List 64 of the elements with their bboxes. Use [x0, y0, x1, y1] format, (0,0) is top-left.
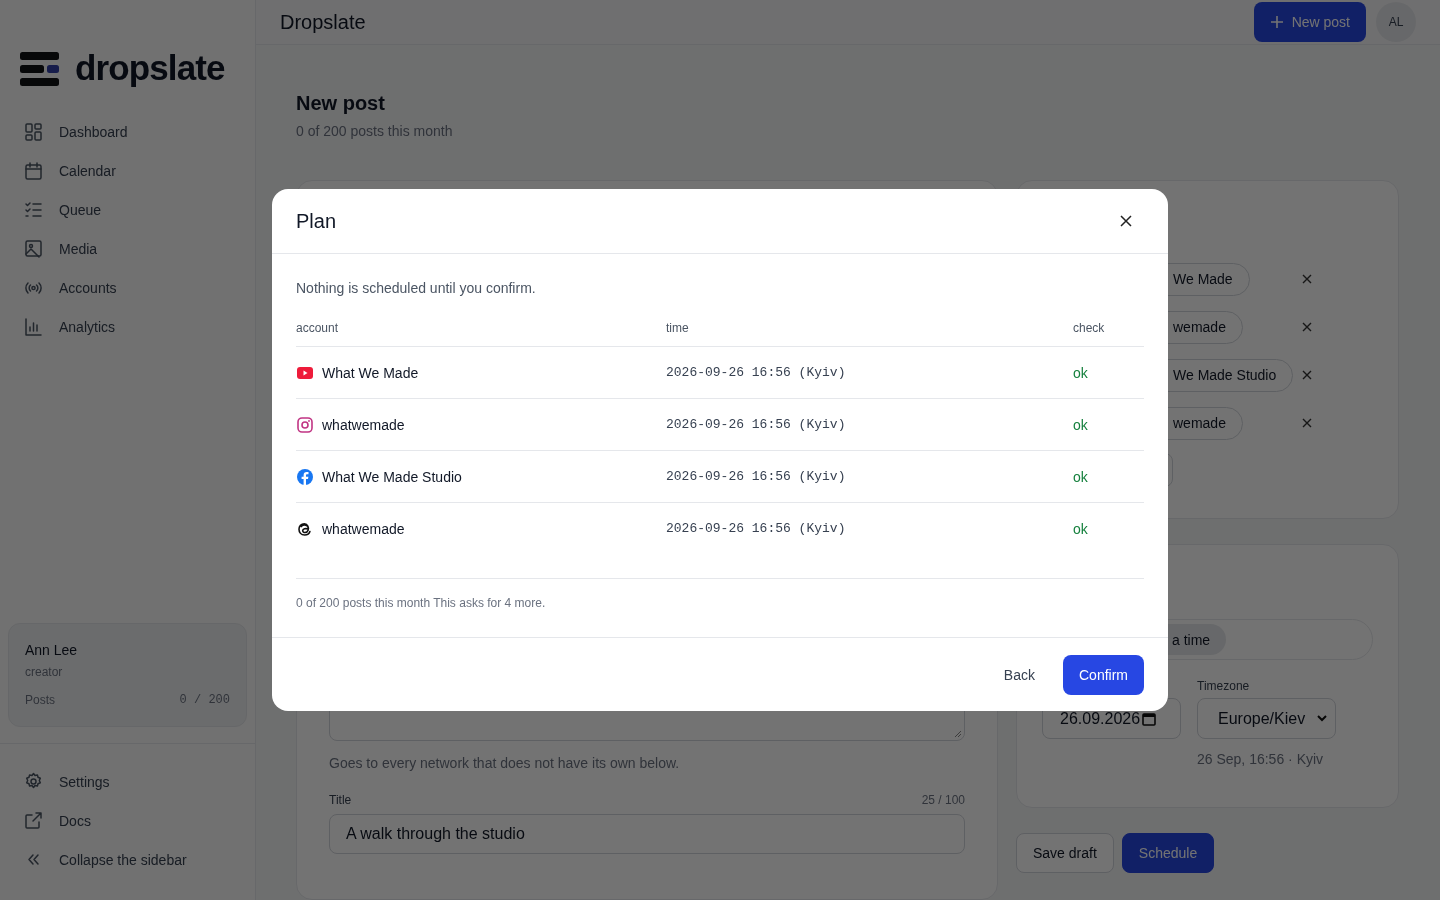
grid-icon	[24, 122, 43, 142]
logo-icon	[20, 52, 59, 86]
image-icon	[24, 239, 43, 259]
timezone-hint: 26 Sep, 16:56 · Kyiv	[1197, 750, 1325, 769]
check-status: ok	[1073, 502, 1144, 555]
external-link-icon	[24, 811, 43, 831]
calendar-icon	[24, 161, 43, 181]
table-cell: 2026-09-26 16:56 (Kyiv)	[666, 450, 1073, 503]
page-title: New post	[296, 91, 386, 116]
profile-role: creator	[25, 664, 64, 680]
nav-item[interactable]: Settings	[16, 766, 239, 798]
new-post-button[interactable]: New post	[1253, 2, 1366, 42]
save-draft-button[interactable]: Save draft	[1016, 833, 1114, 873]
header-title: Dropslate	[280, 10, 366, 35]
confirm-button[interactable]: Confirm	[1063, 654, 1144, 695]
nav-item[interactable]: Accounts	[16, 272, 239, 304]
posts-count: 0 / 200	[179, 692, 230, 708]
logo-text: dropslate	[75, 49, 225, 85]
dialog-title: Plan	[296, 209, 337, 234]
profile-name: Ann Lee	[25, 641, 79, 660]
facebook-icon	[296, 467, 314, 486]
table-cell: 2026-09-26 16:56 (Kyiv)	[666, 398, 1073, 451]
schedule-button[interactable]: Schedule	[1121, 833, 1215, 873]
column-header: check	[1073, 320, 1144, 347]
field-label: Title	[329, 792, 352, 808]
dialog-note: Nothing is scheduled until you confirm.	[296, 279, 537, 298]
field-label: Timezone	[1197, 678, 1251, 695]
nav-item[interactable]: Analytics	[16, 311, 239, 343]
checklist-icon	[24, 200, 43, 220]
remove-button[interactable]	[1301, 369, 1313, 381]
nav-item[interactable]: Media	[16, 233, 239, 265]
column-header: account	[296, 320, 666, 347]
calendar-icon	[1142, 711, 1157, 726]
timezone-select[interactable]: Europe/Kiev	[1197, 698, 1336, 739]
plus-icon	[1269, 15, 1284, 29]
table-cell: 2026-09-26 16:56 (Kyiv)	[666, 502, 1073, 555]
check-status: ok	[1073, 450, 1144, 503]
nav-item[interactable]: Queue	[16, 194, 239, 226]
character-counter: 25 / 100	[921, 792, 965, 808]
table-cell: 2026-09-26 16:56 (Kyiv)	[666, 346, 1073, 399]
remove-button[interactable]	[1301, 417, 1313, 429]
title-input[interactable]: A walk through the studio	[329, 814, 965, 854]
camera-icon	[296, 415, 314, 434]
helper-text: Goes to every network that does not have its own below.	[329, 754, 681, 773]
user-avatar[interactable]: AL	[1376, 2, 1416, 42]
check-status: ok	[1073, 398, 1144, 451]
bar-chart-icon	[24, 317, 43, 337]
usage-note: 0 of 200 posts this month This asks for 4 more.	[296, 594, 547, 611]
resize-handle-icon	[954, 730, 962, 738]
chevron-down-icon	[1317, 715, 1327, 722]
page-subtitle: 0 of 200 posts this month	[296, 122, 454, 141]
nav-item[interactable]: Calendar	[16, 155, 239, 187]
account-name: whatwemade	[322, 519, 405, 539]
account-name: What We Made	[322, 363, 419, 383]
nav-item[interactable]: Collapse the sidebar	[16, 844, 239, 876]
account-name: What We Made Studio	[322, 467, 462, 487]
nav-item[interactable]: Dashboard	[16, 116, 239, 148]
remove-button[interactable]	[1301, 273, 1313, 285]
nav-item[interactable]: Docs	[16, 805, 239, 837]
remove-button[interactable]	[1301, 321, 1313, 333]
check-status: ok	[1073, 346, 1144, 399]
column-header: time	[666, 320, 1073, 347]
posts-label: Posts	[25, 692, 55, 708]
account-name: whatwemade	[322, 415, 405, 435]
